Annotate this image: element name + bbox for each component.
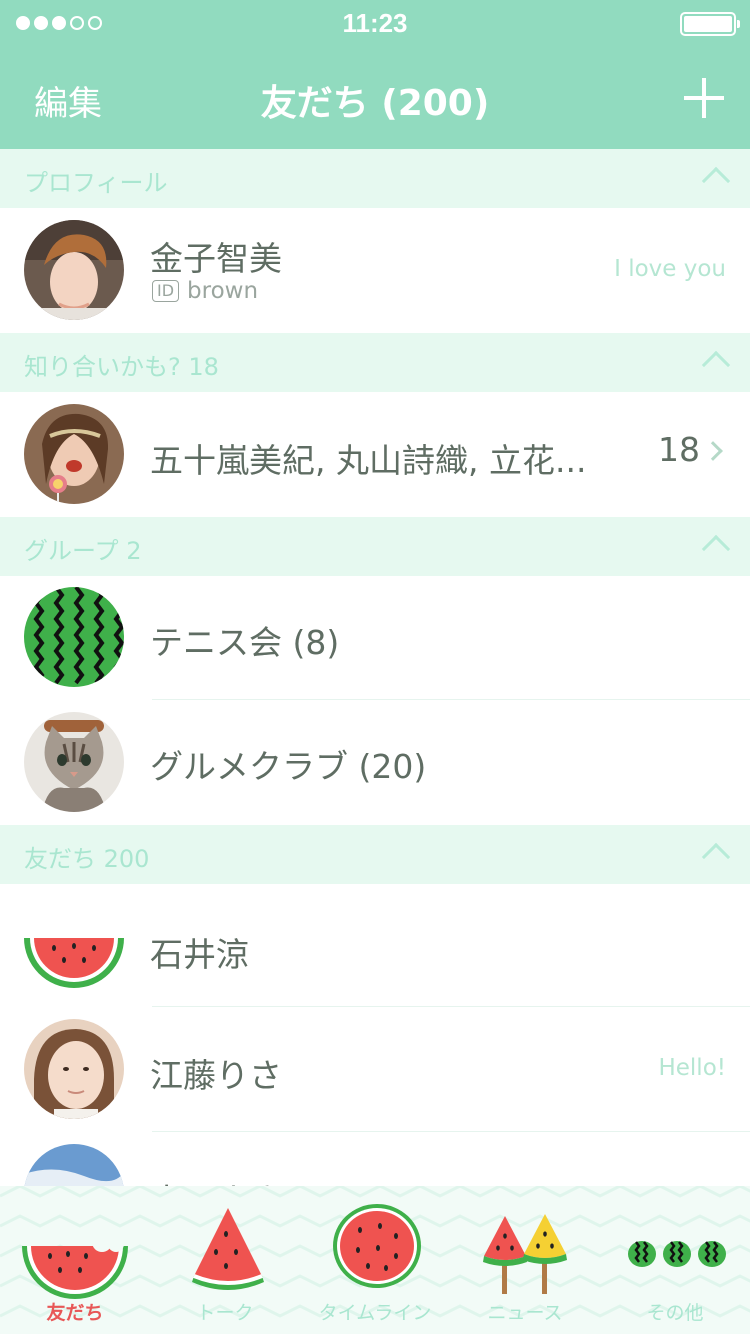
- section-label: 友だち 200: [24, 845, 150, 873]
- battery-icon: [680, 12, 740, 36]
- profile-row[interactable]: 金子智美 ID brown I love you: [0, 208, 750, 333]
- group-name: テニス会 (8): [150, 623, 340, 662]
- watermelon-round-icon: [333, 1204, 421, 1288]
- profile-name: 金子智美: [150, 239, 282, 278]
- suggested-row[interactable]: 五十嵐美紀, 丸山詩織, 立花... 18: [0, 392, 750, 517]
- avatar: [24, 1019, 124, 1119]
- group-row[interactable]: テニス会 (8): [0, 576, 750, 700]
- section-header-groups[interactable]: グループ 2: [0, 517, 750, 576]
- watermelons-icon: [628, 1241, 726, 1267]
- avatar: [24, 220, 124, 320]
- suggested-names: 五十嵐美紀, 丸山詩織, 立花...: [150, 441, 587, 480]
- id-value: brown: [187, 278, 259, 304]
- tab-timeline[interactable]: タイムライン: [300, 1186, 450, 1334]
- tab-label: ニュース: [487, 1302, 563, 1324]
- suggested-count: 18: [658, 430, 700, 469]
- group-name: グルメクラブ (20): [150, 747, 427, 786]
- tab-other[interactable]: その他: [600, 1186, 750, 1334]
- header: 11:23 編集 友だち (200): [0, 0, 750, 149]
- avatar: [24, 1144, 124, 1192]
- section-header-profile[interactable]: プロフィール: [0, 149, 750, 208]
- avatar: [24, 587, 124, 687]
- chevron-up-icon: [701, 534, 731, 564]
- watermelon-bitten-icon: [22, 1232, 128, 1299]
- section-label: 知り合いかも? 18: [24, 353, 219, 381]
- avatar: [24, 712, 124, 812]
- tab-talk[interactable]: トーク: [150, 1186, 300, 1334]
- tab-label: その他: [646, 1302, 704, 1324]
- profile-status: I love you: [614, 256, 726, 282]
- section-label: グループ 2: [24, 537, 142, 565]
- friend-row[interactable]: 石井涼: [0, 884, 750, 1006]
- tab-label: 友だち: [46, 1302, 104, 1324]
- avatar: [24, 404, 124, 504]
- page-title: 友だち (200): [260, 83, 490, 124]
- tab-news[interactable]: ニュース: [450, 1186, 600, 1334]
- section-header-friends[interactable]: 友だち 200: [0, 825, 750, 884]
- friend-name: 石井涼: [150, 935, 249, 974]
- chevron-up-icon: [701, 842, 731, 872]
- friend-name: 江藤りさ: [150, 1056, 282, 1095]
- plus-icon[interactable]: [684, 78, 724, 118]
- status-time: 11:23: [342, 8, 408, 38]
- tab-label: トーク: [196, 1302, 254, 1324]
- tab-friends[interactable]: 友だち: [0, 1186, 150, 1334]
- section-header-suggested[interactable]: 知り合いかも? 18: [0, 333, 750, 392]
- watermelon-slice-icon: [192, 1208, 264, 1290]
- chevron-up-icon: [701, 166, 731, 196]
- friend-row[interactable]: 小田まさみ: [0, 1132, 750, 1192]
- friend-status: Hello!: [658, 1055, 726, 1081]
- watermelon-avatar-icon: [24, 898, 124, 998]
- section-label: プロフィール: [24, 169, 168, 197]
- id-badge: ID: [152, 280, 180, 302]
- chevron-right-icon: [703, 441, 723, 461]
- watermelon-popsicle-icon: [483, 1214, 567, 1294]
- profile-id: ID brown: [152, 278, 258, 304]
- tab-label: タイムライン: [318, 1302, 432, 1324]
- group-row[interactable]: グルメクラブ (20): [0, 700, 750, 825]
- tab-bar: 友だち トーク タイムライン ニュース その他: [0, 1186, 750, 1334]
- friend-row[interactable]: 江藤りさ Hello!: [0, 1007, 750, 1131]
- status-bar: 11:23: [0, 0, 750, 48]
- chevron-up-icon: [701, 350, 731, 380]
